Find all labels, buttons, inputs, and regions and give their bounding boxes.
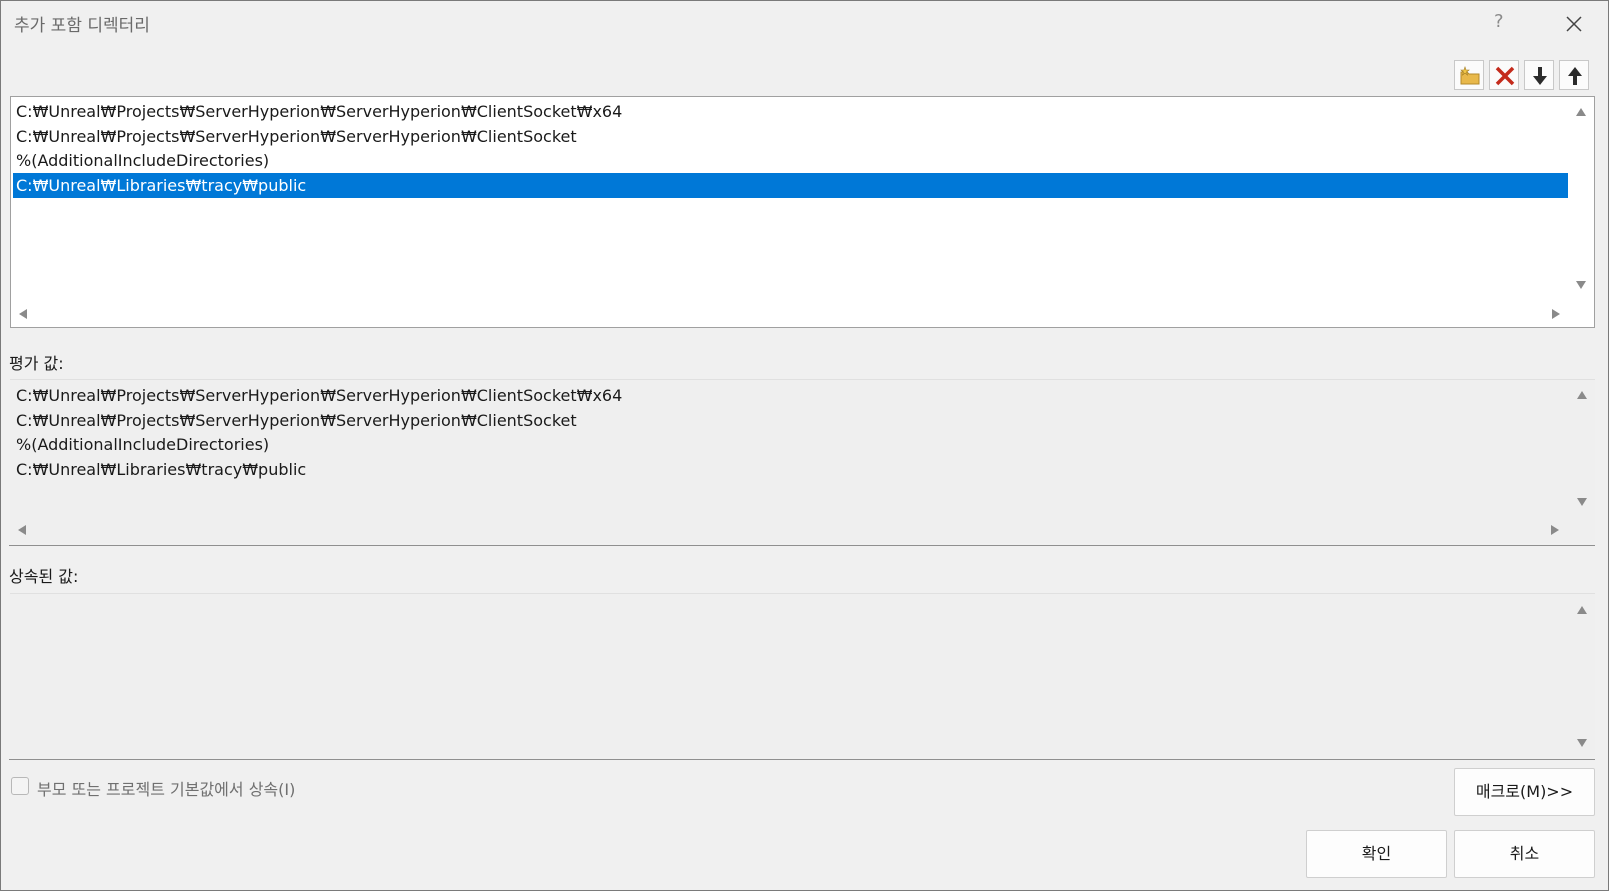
close-button[interactable]: [1559, 9, 1589, 39]
scroll-up-icon[interactable]: [1576, 108, 1586, 116]
vertical-scrollbar[interactable]: [1568, 97, 1594, 302]
close-icon: [1566, 16, 1582, 32]
scroll-left-icon[interactable]: [18, 525, 26, 535]
arrow-up-icon: [1568, 67, 1582, 85]
move-up-button[interactable]: [1559, 60, 1589, 90]
help-button[interactable]: ?: [1494, 11, 1504, 32]
scroll-left-icon[interactable]: [19, 309, 27, 319]
scroll-right-icon[interactable]: [1552, 309, 1560, 319]
list-item[interactable]: C:₩Unreal₩Projects₩ServerHyperion₩Server…: [13, 124, 1568, 149]
divider: [9, 759, 1595, 760]
arrow-down-icon: [1533, 67, 1547, 85]
list-item-selected[interactable]: C:₩Unreal₩Libraries₩tracy₩public: [13, 173, 1568, 198]
inherit-checkbox[interactable]: [11, 777, 29, 795]
scroll-down-icon[interactable]: [1577, 739, 1587, 747]
scroll-down-icon[interactable]: [1576, 281, 1586, 289]
horizontal-scrollbar[interactable]: [10, 517, 1568, 543]
new-line-button[interactable]: [1454, 60, 1484, 90]
macros-button[interactable]: 매크로(M)>>: [1454, 768, 1595, 816]
vertical-scrollbar[interactable]: [1569, 380, 1595, 518]
inherited-value-box: [10, 593, 1595, 757]
ok-button[interactable]: 확인: [1306, 830, 1447, 878]
delete-x-icon: [1495, 66, 1515, 86]
evaluated-line: C:₩Unreal₩Libraries₩tracy₩public: [16, 460, 307, 479]
scroll-right-icon[interactable]: [1551, 525, 1559, 535]
scroll-down-icon[interactable]: [1577, 498, 1587, 506]
list-item[interactable]: %(AdditionalIncludeDirectories): [13, 148, 1568, 173]
list-item[interactable]: C:₩Unreal₩Projects₩ServerHyperion₩Server…: [13, 99, 1568, 124]
directory-list-editor[interactable]: C:₩Unreal₩Projects₩ServerHyperion₩Server…: [10, 96, 1595, 328]
evaluated-value-box: C:₩Unreal₩Projects₩ServerHyperion₩Server…: [10, 379, 1595, 543]
delete-line-button[interactable]: [1489, 60, 1519, 90]
divider: [9, 545, 1595, 546]
move-down-button[interactable]: [1524, 60, 1554, 90]
evaluated-line: %(AdditionalIncludeDirectories): [16, 435, 270, 454]
include-directories-dialog: 추가 포함 디렉터리 ? C:₩Unreal₩Projects₩ServerHy…: [0, 0, 1609, 891]
vertical-scrollbar[interactable]: [1569, 594, 1595, 758]
evaluated-line: C:₩Unreal₩Projects₩ServerHyperion₩Server…: [16, 411, 577, 430]
inherit-checkbox-label[interactable]: 부모 또는 프로젝트 기본값에서 상속(I): [37, 776, 295, 800]
title-bar: 추가 포함 디렉터리 ?: [1, 1, 1608, 45]
evaluated-line: C:₩Unreal₩Projects₩ServerHyperion₩Server…: [16, 386, 623, 405]
scroll-up-icon[interactable]: [1577, 606, 1587, 614]
inherited-value-label: 상속된 값:: [9, 567, 79, 586]
folder-new-icon: [1460, 66, 1480, 85]
window-title: 추가 포함 디렉터리: [14, 16, 150, 36]
evaluated-value-label: 평가 값:: [9, 354, 64, 373]
horizontal-scrollbar[interactable]: [11, 301, 1569, 327]
scroll-up-icon[interactable]: [1577, 391, 1587, 399]
cancel-button[interactable]: 취소: [1454, 830, 1595, 878]
